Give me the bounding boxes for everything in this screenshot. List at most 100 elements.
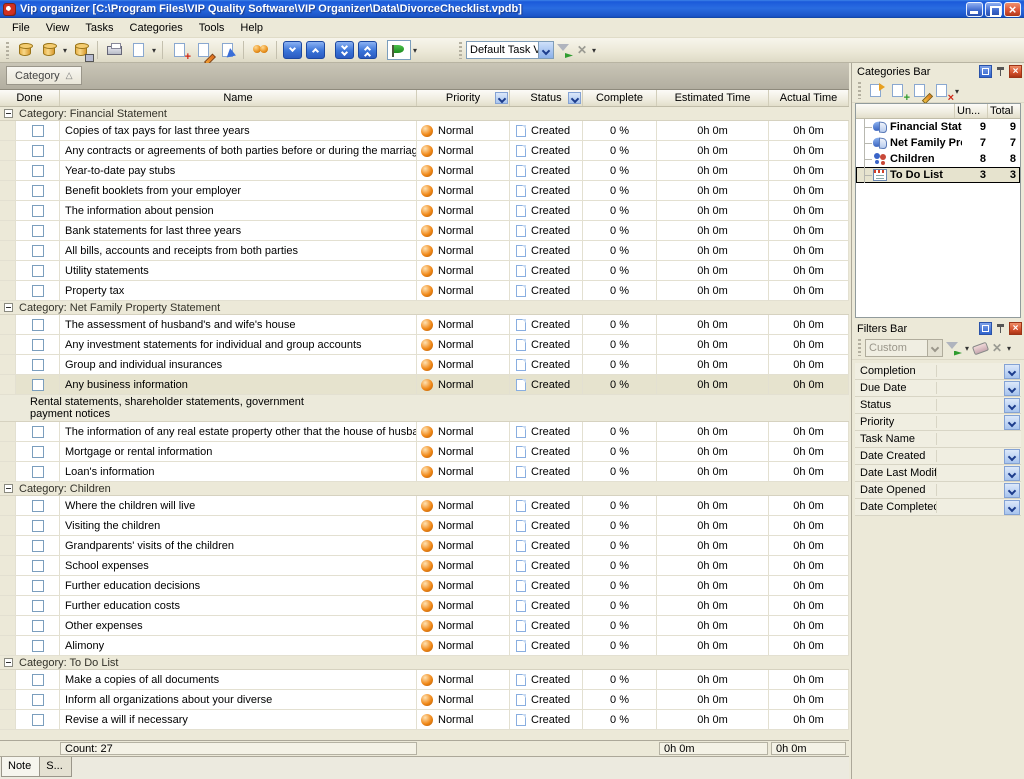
done-checkbox[interactable]	[32, 285, 44, 297]
done-checkbox[interactable]	[32, 580, 44, 592]
group-by-category-button[interactable]: Category △	[6, 66, 82, 85]
move-task-icon[interactable]	[216, 40, 238, 60]
new-database-icon[interactable]	[14, 40, 36, 60]
combo-arrow-icon[interactable]	[538, 42, 553, 58]
filter-row[interactable]: Completion	[855, 363, 1021, 380]
done-checkbox[interactable]	[32, 620, 44, 632]
filter-row[interactable]: Task Name	[855, 431, 1021, 448]
menu-categories[interactable]: Categories	[122, 19, 191, 37]
apply-filter-icon[interactable]	[554, 40, 574, 60]
filter-row[interactable]: Date Completed	[855, 499, 1021, 516]
done-checkbox[interactable]	[32, 125, 44, 137]
filter-dropdown-button[interactable]	[1004, 483, 1020, 498]
minimize-button[interactable]	[966, 2, 983, 17]
task-row[interactable]: Property taxNormalCreated0 %0h 0m0h 0m	[0, 281, 849, 301]
task-row[interactable]: AlimonyNormalCreated0 %0h 0m0h 0m	[0, 636, 849, 656]
toolbar-grip[interactable]	[6, 42, 9, 59]
filter-value[interactable]	[937, 448, 1021, 464]
task-row[interactable]: All bills, accounts and receipts from bo…	[0, 241, 849, 261]
menu-file[interactable]: File	[4, 19, 38, 37]
done-checkbox[interactable]	[32, 319, 44, 331]
filter-value[interactable]	[937, 414, 1021, 430]
new-subcategory-icon[interactable]	[888, 82, 908, 100]
filter-dropdown-button[interactable]	[1004, 364, 1020, 379]
menu-view[interactable]: View	[38, 19, 78, 37]
done-checkbox[interactable]	[32, 205, 44, 217]
done-checkbox[interactable]	[32, 359, 44, 371]
tab-s[interactable]: S...	[40, 757, 72, 777]
done-checkbox[interactable]	[32, 225, 44, 237]
filter-value[interactable]	[937, 499, 1021, 515]
column-header-name[interactable]: Name	[60, 90, 417, 106]
restore-button[interactable]	[985, 2, 1002, 17]
erase-filter-icon[interactable]	[971, 339, 989, 357]
edit-task-icon[interactable]	[192, 40, 214, 60]
category-item[interactable]: Net Family Property Statement77	[856, 135, 1020, 151]
collapse-icon[interactable]	[4, 109, 13, 118]
categories-close-icon[interactable]	[1009, 65, 1022, 78]
done-checkbox[interactable]	[32, 265, 44, 277]
done-checkbox[interactable]	[32, 500, 44, 512]
status-filter-button[interactable]	[568, 92, 581, 104]
task-row[interactable]: The information about pensionNormalCreat…	[0, 201, 849, 221]
open-database-dropdown-icon[interactable]: ▾	[61, 40, 69, 60]
filter-value[interactable]	[937, 380, 1021, 396]
print-preview-icon[interactable]	[127, 40, 149, 60]
task-row[interactable]: School expensesNormalCreated0 %0h 0m0h 0…	[0, 556, 849, 576]
category-group-row[interactable]: Category: Net Family Property Statement	[0, 301, 849, 315]
task-row[interactable]: Group and individual insurancesNormalCre…	[0, 355, 849, 375]
move-top-icon[interactable]	[358, 41, 377, 59]
column-header-priority[interactable]: Priority	[417, 90, 510, 106]
collapse-icon[interactable]	[4, 484, 13, 493]
category-group-row[interactable]: Category: Children	[0, 482, 849, 496]
filter-row[interactable]: Due Date	[855, 380, 1021, 397]
toolbar-grip[interactable]	[459, 42, 462, 59]
task-row[interactable]: Loan's informationNormalCreated0 %0h 0m0…	[0, 462, 849, 482]
move-bottom-icon[interactable]	[335, 41, 354, 59]
category-item[interactable]: Children88	[856, 151, 1020, 167]
delete-category-icon[interactable]	[932, 82, 952, 100]
priority-filter-button[interactable]	[495, 92, 508, 104]
menu-tools[interactable]: Tools	[191, 19, 233, 37]
task-view-combobox[interactable]: Default Task View	[466, 41, 554, 59]
column-header-status[interactable]: Status	[510, 90, 583, 106]
task-row[interactable]: Inform all organizations about your dive…	[0, 690, 849, 710]
task-row[interactable]: Visiting the childrenNormalCreated0 %0h …	[0, 516, 849, 536]
filter-row[interactable]: Status	[855, 397, 1021, 414]
category-item[interactable]: To Do List33	[856, 167, 1020, 183]
clear-filter-icon[interactable]: ✕	[574, 40, 590, 60]
filters-close-icon[interactable]	[1009, 322, 1022, 335]
done-checkbox[interactable]	[32, 339, 44, 351]
task-row[interactable]: Utility statementsNormalCreated0 %0h 0m0…	[0, 261, 849, 281]
categories-pin-icon[interactable]	[994, 65, 1007, 78]
done-checkbox[interactable]	[32, 674, 44, 686]
filter-dropdown-button[interactable]	[1004, 415, 1020, 430]
task-row[interactable]: Revise a will if necessaryNormalCreated0…	[0, 710, 849, 730]
done-checkbox[interactable]	[32, 600, 44, 612]
print-icon[interactable]	[103, 40, 125, 60]
filter-value[interactable]	[937, 363, 1021, 379]
category-item[interactable]: Financial Statement99	[856, 119, 1020, 135]
done-checkbox[interactable]	[32, 426, 44, 438]
task-row[interactable]: Copies of tax pays for last three yearsN…	[0, 121, 849, 141]
done-checkbox[interactable]	[32, 245, 44, 257]
flag-filter-icon[interactable]	[387, 40, 411, 60]
task-row[interactable]: Any investment statements for individual…	[0, 335, 849, 355]
task-row[interactable]: Further education decisionsNormalCreated…	[0, 576, 849, 596]
done-checkbox[interactable]	[32, 560, 44, 572]
collapse-icon[interactable]	[4, 303, 13, 312]
category-group-row[interactable]: Category: Financial Statement	[0, 107, 849, 121]
filters-pin-icon[interactable]	[994, 322, 1007, 335]
new-category-icon[interactable]	[866, 82, 886, 100]
filter-row[interactable]: Date Last Modified	[855, 465, 1021, 482]
task-row[interactable]: Bank statements for last three yearsNorm…	[0, 221, 849, 241]
task-row[interactable]: Benefit booklets from your employerNorma…	[0, 181, 849, 201]
task-row[interactable]: Any contracts or agreements of both part…	[0, 141, 849, 161]
categories-restore-icon[interactable]	[979, 65, 992, 78]
collapse-icon[interactable]	[4, 658, 13, 667]
task-row[interactable]: Grandparents' visits of the childrenNorm…	[0, 536, 849, 556]
filter-dropdown-button[interactable]	[1004, 449, 1020, 464]
task-row[interactable]: Other expensesNormalCreated0 %0h 0m0h 0m	[0, 616, 849, 636]
toolbar-grip[interactable]	[858, 339, 861, 356]
clear-filter-icon[interactable]: ✕	[989, 338, 1005, 358]
